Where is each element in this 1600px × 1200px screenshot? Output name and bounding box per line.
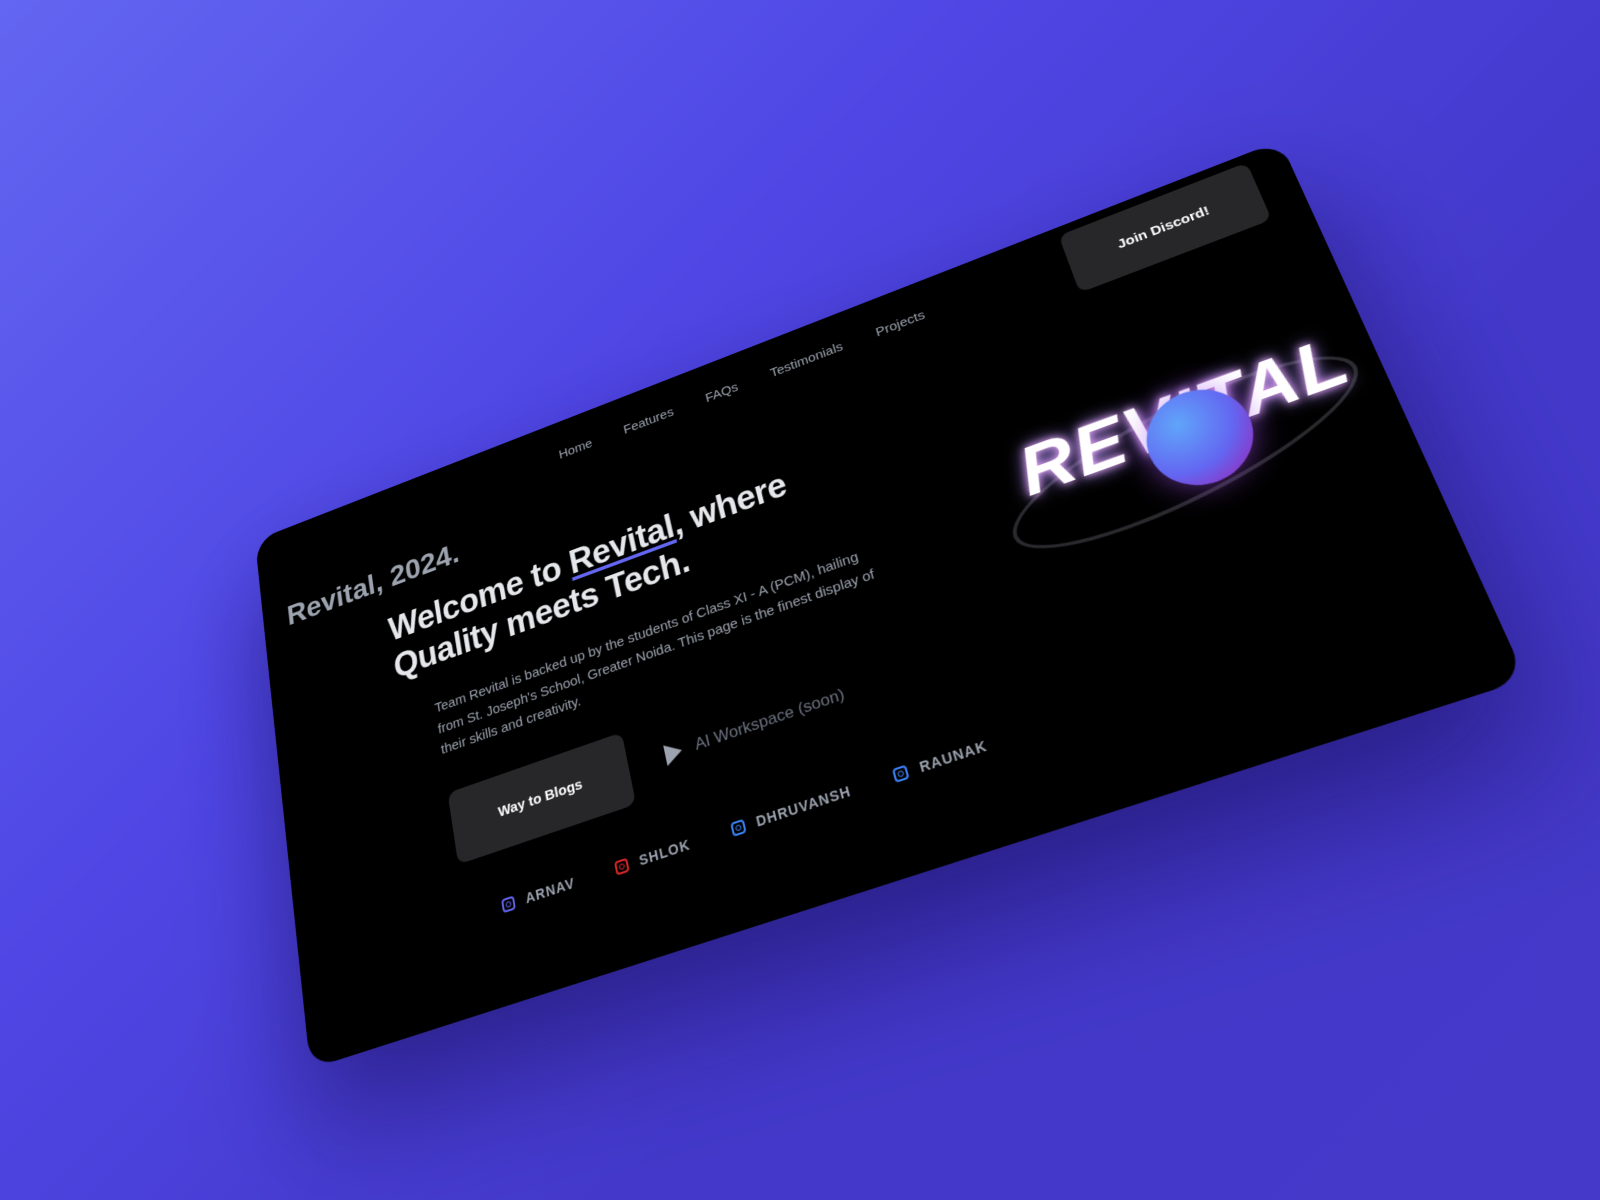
way-to-blogs-button[interactable]: Way to Blogs [447, 732, 637, 865]
nav-faqs[interactable]: FAQs [704, 380, 739, 406]
hero-section: Welcome to Revital, where Quality meets … [387, 435, 989, 938]
ai-workspace-label: AI Workspace (soon) [693, 684, 847, 754]
social-label: RAUNAK [917, 737, 990, 776]
social-label: SHLOK [637, 836, 692, 869]
stage: Revital, 2024. Home Features FAQs Testim… [0, 0, 1600, 1200]
nav-projects[interactable]: Projects [874, 308, 927, 340]
nav-home[interactable]: Home [558, 436, 594, 462]
ai-workspace-link[interactable]: AI Workspace (soon) [663, 684, 847, 766]
instagram-icon [729, 818, 747, 838]
social-label: ARNAV [524, 874, 577, 907]
website-card: Revital, 2024. Home Features FAQs Testim… [254, 140, 1527, 1069]
instagram-icon [613, 857, 630, 876]
play-icon [663, 739, 685, 766]
social-link-raunak[interactable]: RAUNAK [892, 737, 989, 784]
revital-logo: REVITAL [972, 284, 1401, 589]
social-link-shlok[interactable]: SHLOK [613, 836, 692, 877]
join-discord-button[interactable]: Join Discord! [1058, 162, 1272, 293]
nav-testimonials[interactable]: Testimonials [769, 339, 845, 380]
social-label: DHRUVANSH [754, 782, 853, 830]
social-link-dhruvansh[interactable]: DHRUVANSH [729, 782, 853, 838]
social-link-arnav[interactable]: ARNAV [501, 875, 576, 915]
instagram-icon [892, 764, 910, 784]
main-nav: Home Features FAQs Testimonials Projects [558, 308, 927, 462]
nav-features[interactable]: Features [622, 405, 675, 437]
instagram-icon [501, 895, 516, 914]
